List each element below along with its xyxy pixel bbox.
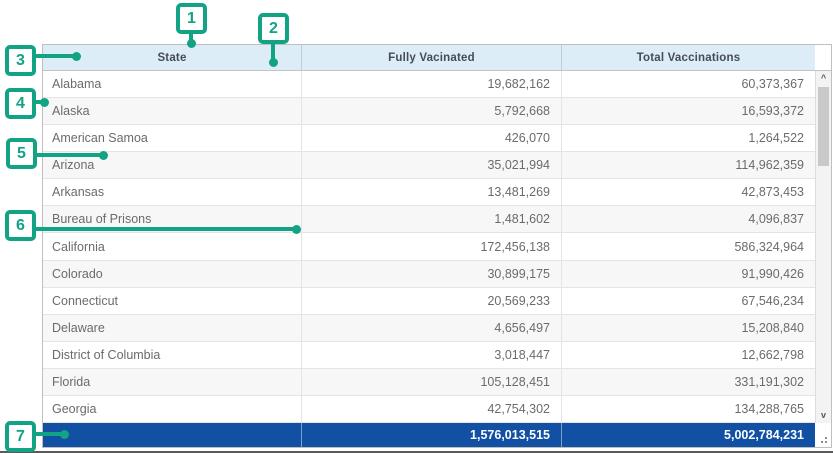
state-cell: Alaska	[43, 98, 301, 124]
total-state-cell	[43, 423, 301, 447]
fully-vaccinated-cell: 172,456,138	[301, 233, 561, 259]
state-cell: California	[43, 233, 301, 259]
callout-1-dot	[187, 39, 196, 48]
callout-5-dot	[99, 151, 108, 160]
callout-7-dot	[60, 430, 69, 439]
callout-2-box: 2	[258, 13, 289, 44]
column-header-state[interactable]: State	[43, 45, 301, 70]
total-fully-vaccinated-cell: 1,576,013,515	[301, 423, 561, 447]
header-scrollbar-corner	[815, 45, 831, 70]
fully-vaccinated-cell: 19,682,162	[301, 71, 561, 97]
total-row: 1,576,013,515 5,002,784,231	[43, 423, 815, 447]
total-vaccinations-cell: 91,990,426	[561, 261, 815, 287]
total-vaccinations-cell: 114,962,359	[561, 152, 815, 178]
resize-grip-icon[interactable]	[825, 441, 827, 443]
state-cell: Alabama	[43, 71, 301, 97]
state-cell: Georgia	[43, 396, 301, 422]
fully-vaccinated-cell: 426,070	[301, 125, 561, 151]
state-cell: Colorado	[43, 261, 301, 287]
total-vaccinations-cell: 60,373,367	[561, 71, 815, 97]
fully-vaccinated-cell: 20,569,233	[301, 288, 561, 314]
vertical-scrollbar[interactable]: ^ v	[815, 71, 831, 423]
fully-vaccinated-cell: 30,899,175	[301, 261, 561, 287]
callout-6-box: 6	[5, 210, 36, 241]
callout-1-box: 1	[176, 3, 207, 34]
table-row[interactable]: American Samoa 426,070 1,264,522	[43, 125, 815, 152]
fully-vaccinated-cell: 35,021,994	[301, 152, 561, 178]
table-row[interactable]: District of Columbia 3,018,447 12,662,79…	[43, 342, 815, 369]
vaccination-table: State Fully Vacinated Total Vaccinations…	[42, 44, 832, 448]
table-row[interactable]: Alabama 19,682,162 60,373,367	[43, 71, 815, 98]
table-row[interactable]: Connecticut 20,569,233 67,546,234	[43, 288, 815, 315]
callout-5-connector	[35, 153, 101, 157]
total-vaccinations-cell: 4,096,837	[561, 206, 815, 232]
table-bottom-corner	[815, 423, 831, 447]
scrollbar-thumb[interactable]	[818, 87, 829, 166]
table-row[interactable]: Delaware 4,656,497 15,208,840	[43, 315, 815, 342]
scroll-down-icon[interactable]: v	[816, 409, 831, 422]
table-row[interactable]: Arkansas 13,481,269 42,873,453	[43, 179, 815, 206]
callout-7-connector	[34, 432, 62, 436]
state-cell: Arkansas	[43, 179, 301, 205]
total-vaccinations-cell: 331,191,302	[561, 369, 815, 395]
fully-vaccinated-cell: 105,128,451	[301, 369, 561, 395]
fully-vaccinated-cell: 42,754,302	[301, 396, 561, 422]
total-vaccinations-cell: 586,324,964	[561, 233, 815, 259]
state-cell: Delaware	[43, 315, 301, 341]
state-cell: District of Columbia	[43, 342, 301, 368]
total-vaccinations-cell: 15,208,840	[561, 315, 815, 341]
callout-3-dot	[72, 52, 81, 61]
callout-5-box: 5	[6, 138, 37, 169]
column-header-fully-vaccinated[interactable]: Fully Vacinated	[301, 45, 561, 70]
total-vaccinations-cell: 16,593,372	[561, 98, 815, 124]
screenshot-root: State Fully Vacinated Total Vaccinations…	[0, 0, 833, 453]
total-vaccinations-cell: 67,546,234	[561, 288, 815, 314]
table-row[interactable]: California 172,456,138 586,324,964	[43, 233, 815, 260]
total-vaccinations-sum-cell: 5,002,784,231	[561, 423, 815, 447]
fully-vaccinated-cell: 5,792,668	[301, 98, 561, 124]
fully-vaccinated-cell: 1,481,602	[301, 206, 561, 232]
callout-3-box: 3	[5, 45, 36, 76]
fully-vaccinated-cell: 13,481,269	[301, 179, 561, 205]
scroll-up-icon[interactable]: ^	[816, 72, 831, 85]
total-vaccinations-cell: 42,873,453	[561, 179, 815, 205]
table-row[interactable]: Florida 105,128,451 331,191,302	[43, 369, 815, 396]
table-header-row: State Fully Vacinated Total Vaccinations	[43, 45, 831, 71]
total-vaccinations-cell: 134,288,765	[561, 396, 815, 422]
callout-4-dot	[40, 98, 49, 107]
fully-vaccinated-cell: 3,018,447	[301, 342, 561, 368]
state-cell: Connecticut	[43, 288, 301, 314]
table-body: Alabama 19,682,162 60,373,367 Alaska 5,7…	[43, 71, 831, 423]
table-row[interactable]: Georgia 42,754,302 134,288,765	[43, 396, 815, 423]
total-vaccinations-cell: 1,264,522	[561, 125, 815, 151]
callout-6-connector	[34, 227, 294, 231]
total-vaccinations-cell: 12,662,798	[561, 342, 815, 368]
table-row[interactable]: Arizona 35,021,994 114,962,359	[43, 152, 815, 179]
callout-4-box: 4	[5, 88, 36, 119]
table-row[interactable]: Alaska 5,792,668 16,593,372	[43, 98, 815, 125]
callout-7-box: 7	[5, 421, 36, 452]
table-rows: Alabama 19,682,162 60,373,367 Alaska 5,7…	[43, 71, 815, 423]
callout-6-dot	[292, 225, 301, 234]
state-cell: American Samoa	[43, 125, 301, 151]
column-header-total-vaccinations[interactable]: Total Vaccinations	[561, 45, 815, 70]
table-row[interactable]: Colorado 30,899,175 91,990,426	[43, 261, 815, 288]
fully-vaccinated-cell: 4,656,497	[301, 315, 561, 341]
callout-3-connector	[34, 54, 74, 58]
callout-2-dot	[269, 58, 278, 67]
state-cell: Florida	[43, 369, 301, 395]
